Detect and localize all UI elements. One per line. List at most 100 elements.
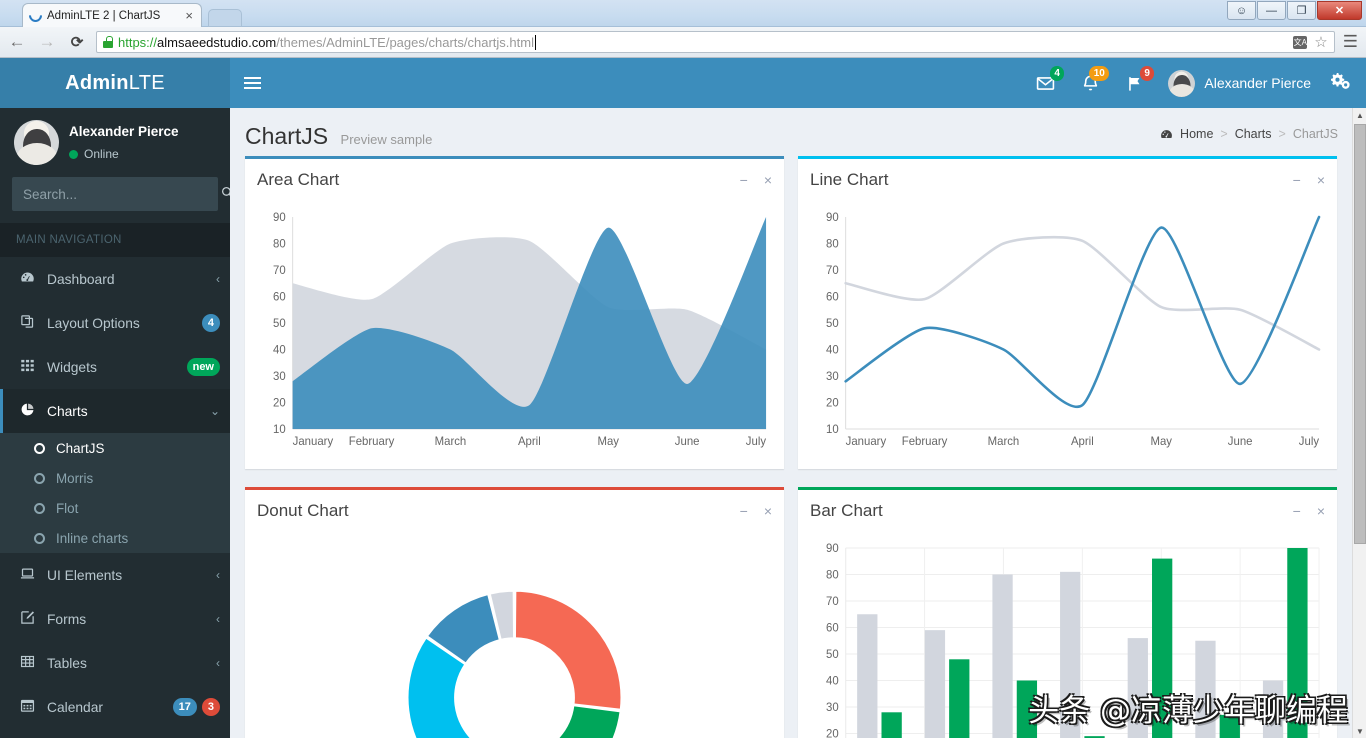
search-button[interactable] [210, 186, 230, 202]
address-bar[interactable]: https://almsaeedstudio.com/themes/AdminL… [96, 31, 1335, 53]
close-button[interactable]: × [764, 504, 772, 518]
svg-text:40: 40 [273, 344, 286, 356]
tasks-badge: 9 [1139, 66, 1155, 81]
sidebar-subitem-chartjs[interactable]: ChartJS [0, 433, 230, 463]
svg-text:50: 50 [273, 318, 286, 330]
sidebar-toggle-button[interactable] [230, 58, 275, 108]
line-chart-canvas[interactable]: 10 20 30 40 50 60 70 80 90 January February March Ap… [810, 207, 1325, 457]
scrollbar-thumb[interactable] [1354, 124, 1366, 544]
bookmark-star-icon[interactable]: ☆ [1314, 33, 1327, 51]
sidebar-user-panel[interactable]: Alexander Pierce Online [0, 108, 230, 177]
favicon-icon [26, 6, 45, 25]
notifications-menu[interactable]: 10 [1068, 58, 1113, 108]
search-wrapper [12, 177, 230, 211]
breadcrumb-charts[interactable]: Charts [1235, 127, 1272, 141]
donut-chart-canvas[interactable] [257, 538, 772, 738]
browser-menu-icon[interactable]: ☰ [1343, 32, 1360, 52]
sidebar-item-dashboard[interactable]: Dashboard ‹ [0, 257, 230, 301]
sidebar-subitem-morris[interactable]: Morris [0, 463, 230, 493]
svg-text:July: July [746, 436, 767, 448]
circle-o-icon [34, 532, 45, 544]
close-button[interactable]: × [1317, 173, 1325, 187]
svg-text:20: 20 [273, 397, 286, 409]
navbar-right-menu: 4 10 9 Alexander Pierce [1023, 58, 1366, 108]
address-bar-icons: 文A ☆ [1293, 33, 1328, 51]
restore-button[interactable]: ❐ [1287, 1, 1316, 20]
messages-menu[interactable]: 4 [1023, 58, 1068, 108]
reload-icon[interactable]: ⟳ [66, 33, 88, 51]
page-scrollbar[interactable]: ▲ ▼ [1352, 108, 1366, 738]
sidebar-item-badge: 4 [201, 313, 220, 333]
svg-text:February: February [902, 436, 948, 448]
svg-text:70: 70 [273, 265, 286, 277]
close-button[interactable]: × [764, 173, 772, 187]
scroll-down-icon[interactable]: ▼ [1353, 724, 1366, 738]
sidebar-item-tables[interactable]: Tables ‹ [0, 641, 230, 685]
dashboard-icon [1161, 129, 1172, 138]
collapse-button[interactable]: − [1293, 173, 1301, 187]
browser-tab[interactable]: AdminLTE 2 | ChartJS × [22, 3, 202, 27]
sidebar-subitem-inline-charts[interactable]: Inline charts [0, 523, 230, 553]
svg-text:40: 40 [826, 675, 839, 687]
status-label: Online [84, 147, 119, 162]
close-icon[interactable]: × [183, 9, 195, 22]
svg-text:May: May [598, 436, 620, 448]
box-body: 102030405060708090JanuaryFebruaryMarchAp… [245, 201, 784, 469]
breadcrumb: Home > Charts > ChartJS [1160, 127, 1338, 141]
sidebar-item-widgets[interactable]: Widgets new [0, 345, 230, 389]
content-header: ChartJS Preview sample Home > Charts > C… [230, 108, 1352, 156]
lock-icon [103, 36, 113, 48]
sidebar-subitem-label: Flot [56, 500, 79, 516]
svg-text:30: 30 [826, 702, 839, 714]
translate-icon[interactable]: 文A [1293, 35, 1308, 49]
tasks-menu[interactable]: 9 [1113, 58, 1158, 108]
sidebar-item-label: Forms [47, 611, 87, 627]
line-chart-column: Line Chart − × 10 20 30 40 50 60 70 80 90 January… [791, 156, 1344, 487]
area-chart-column: Area Chart − × 10 20 30 40 50 60 70 80 90 January… [238, 156, 791, 487]
new-tab-button[interactable] [208, 9, 242, 27]
breadcrumb-current: ChartJS [1292, 127, 1338, 141]
layout-icon [17, 314, 37, 332]
sidebar-item-layout-options[interactable]: Layout Options 4 [0, 301, 230, 345]
svg-text:10: 10 [826, 424, 839, 436]
box-body: 102030405060708090JanuaryFebruaryMarchAp… [798, 532, 1337, 738]
charts-row-2: Donut Chart − × Bar Chart − × 20 30 40 5… [230, 487, 1352, 738]
scroll-up-icon[interactable]: ▲ [1353, 108, 1366, 122]
minimize-button[interactable]: — [1257, 1, 1286, 20]
sidebar-item-badge-blue: 17 [172, 697, 197, 717]
box-tools: − × [740, 173, 772, 187]
collapse-button[interactable]: − [740, 173, 748, 187]
brand-logo[interactable]: Admin LTE [0, 58, 230, 108]
brand-bold: Admin [65, 71, 129, 94]
area-chart-canvas[interactable]: 10 20 30 40 50 60 70 80 90 January February March Ap… [257, 207, 772, 457]
url-scheme: https:// [118, 34, 158, 50]
sidebar-item-charts[interactable]: Charts ⌄ [0, 389, 230, 433]
navbar-user-name: Alexander Pierce [1204, 75, 1311, 91]
url-path: /themes/AdminLTE/pages/charts/chartjs.ht… [276, 34, 534, 50]
svg-text:June: June [675, 436, 700, 448]
sidebar-item-forms[interactable]: Forms ‹ [0, 597, 230, 641]
pie-chart-icon [17, 402, 37, 420]
sidebar-item-ui-elements[interactable]: UI Elements ‹ [0, 553, 230, 597]
svg-text:60: 60 [826, 622, 839, 634]
window-close-button[interactable]: ✕ [1317, 1, 1362, 20]
svg-text:70: 70 [826, 596, 839, 608]
forward-icon[interactable]: → [36, 32, 58, 52]
bar-chart-canvas[interactable]: 102030405060708090JanuaryFebruaryMarchAp… [810, 538, 1325, 738]
sidebar-subitem-flot[interactable]: Flot [0, 493, 230, 523]
collapse-button[interactable]: − [1293, 504, 1301, 518]
circle-o-icon [34, 442, 45, 454]
svg-text:40: 40 [826, 344, 839, 356]
user-menu[interactable]: Alexander Pierce [1158, 58, 1325, 108]
sidebar-item-calendar[interactable]: Calendar 17 3 [0, 685, 230, 729]
close-button[interactable]: × [1317, 504, 1325, 518]
search-input[interactable] [13, 186, 210, 202]
online-dot-icon [69, 149, 78, 159]
collapse-button[interactable]: − [740, 504, 748, 518]
dashboard-icon [17, 270, 37, 288]
control-sidebar-toggle[interactable] [1325, 71, 1366, 95]
back-icon[interactable]: ← [6, 32, 28, 52]
breadcrumb-home[interactable]: Home [1180, 127, 1213, 141]
notifications-badge: 10 [1089, 66, 1110, 81]
profile-icon[interactable]: ☺ [1227, 1, 1256, 20]
